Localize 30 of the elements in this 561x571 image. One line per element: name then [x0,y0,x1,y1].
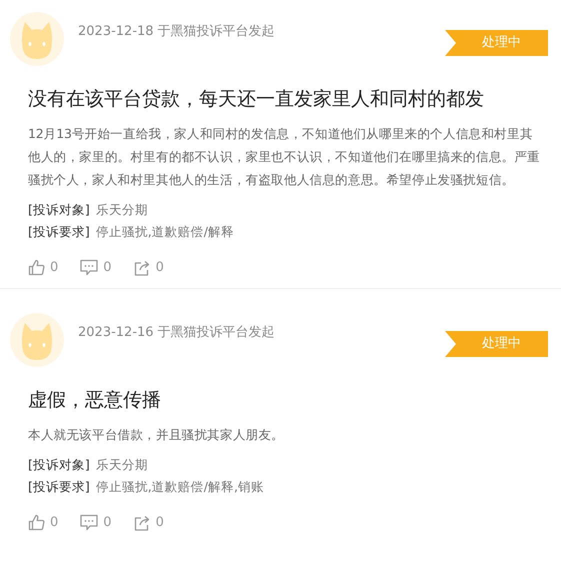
like-count: 0 [50,260,58,275]
share-count: 0 [156,260,164,275]
share-icon[interactable] [134,260,151,276]
complaint-demand: 停止骚扰,道歉赔偿/解释 [96,224,234,239]
cat-avatar-icon [10,313,64,367]
thumbs-up-icon[interactable] [28,514,45,531]
field-label: [投诉要求] [28,479,90,494]
share-count: 0 [156,515,164,530]
field-label: [投诉对象] [28,202,90,217]
status-badge: 处理中 [445,331,548,357]
complaint-date: 2023-12-18 于黑猫投诉平台发起 [78,23,275,40]
comment-icon[interactable] [80,514,98,531]
complaint-title[interactable]: 没有在该平台贷款，每天还一直发家里人和同村的都发 [28,85,548,113]
cat-avatar-icon [10,12,64,66]
complaint-target: 乐天分期 [96,202,148,217]
thumbs-up-icon[interactable] [28,259,45,276]
complaint-text: 本人就无该平台借款，并且骚扰其家人朋友。 [28,426,286,444]
field-label: [投诉要求] [28,224,90,239]
status-badge: 处理中 [445,30,548,56]
share-icon[interactable] [134,514,151,530]
complaint-target: 乐天分期 [96,457,148,472]
complaint-title[interactable]: 虚假，恶意传播 [28,386,548,414]
complaint-text: 12月13号开始一直给我，家人和同村的发信息，不知道他们从哪里来的个人信息和村里其他人的，家里的。村里有的都不认识，家里也不认识，不知道他们在哪里搞来的信息。严重骚扰个人，家人和村里其他人的生活，有盗取他人信息的意思。希望停止发骚扰短信。 [28,125,542,189]
comment-count: 0 [103,515,112,530]
comment-icon[interactable] [80,259,98,276]
complaint-date: 2023-12-16 于黑猫投诉平台发起 [78,324,275,341]
field-label: [投诉对象] [28,457,90,472]
comment-count: 0 [103,260,112,275]
like-count: 0 [50,515,58,530]
complaint-demand: 停止骚扰,道歉赔偿/解释,销账 [96,479,264,494]
